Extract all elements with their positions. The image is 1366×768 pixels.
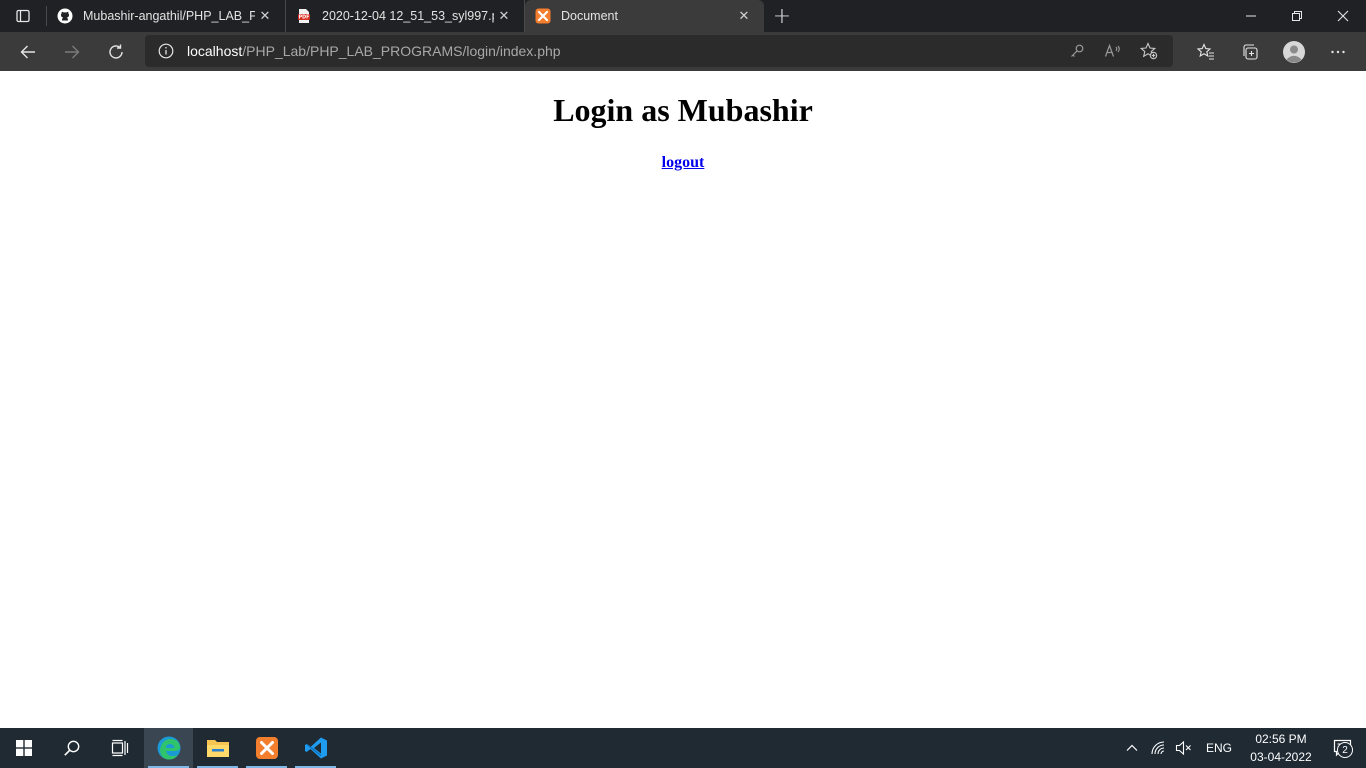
tab-github[interactable]: Mubashir-angathil/PHP_LAB_PROGRAMS ✕ [47,0,286,32]
tab-actions-button[interactable] [0,6,47,26]
search-button[interactable] [48,728,96,768]
clock-time: 02:56 PM [1255,732,1307,746]
url-path: /PHP_Lab/PHP_LAB_PROGRAMS/login/index.ph… [242,43,561,59]
show-hidden-icons-chevron-up-icon[interactable] [1120,728,1144,768]
add-favorite-icon[interactable] [1131,35,1167,67]
forward-button[interactable] [50,34,94,70]
pdf-icon: PDF [296,8,312,24]
close-tab-icon[interactable]: ✕ [255,6,275,26]
page-content: Login as Mubashir logout [0,71,1366,728]
taskbar-file-explorer[interactable] [193,728,242,768]
info-icon[interactable] [157,42,175,60]
task-view-icon [111,739,129,757]
tab-label: Mubashir-angathil/PHP_LAB_PROGRAMS [83,9,255,23]
collections-icon [1243,43,1258,60]
taskbar-xampp[interactable] [242,728,291,768]
more-options-icon [1331,50,1345,53]
logout-link[interactable]: logout [662,154,705,171]
address-bar[interactable]: localhost/PHP_Lab/PHP_LAB_PROGRAMS/login… [145,35,1173,67]
volume-muted-icon[interactable] [1172,728,1196,768]
plus-icon: + [772,3,792,29]
taskbar-edge[interactable] [144,728,193,768]
read-aloud-icon[interactable] [1095,35,1131,67]
xampp-icon [255,737,278,759]
minimize-button[interactable] [1228,0,1274,32]
notification-count-badge: 2 [1337,742,1353,758]
new-tab-button[interactable]: + [764,0,800,32]
task-view-button[interactable] [96,728,144,768]
clock-date: 03-04-2022 [1250,750,1312,764]
close-tab-icon[interactable]: ✕ [734,6,754,26]
favorites-icon [1197,42,1214,60]
start-button[interactable] [0,728,48,768]
url-host: localhost [187,43,243,59]
close-window-button[interactable] [1320,0,1366,32]
refresh-button[interactable] [94,34,138,70]
tab-label: Document [561,9,618,23]
collections-button[interactable] [1228,34,1272,70]
restore-button[interactable] [1274,0,1320,32]
edge-icon [157,736,180,760]
svg-text:PDF: PDF [299,15,310,21]
vscode-icon [304,737,327,759]
file-explorer-icon [206,740,229,757]
refresh-icon [109,44,123,59]
browser-toolbar: localhost/PHP_Lab/PHP_LAB_PROGRAMS/login… [0,32,1366,71]
restore-icon [1292,11,1302,21]
taskbar-vscode[interactable] [291,728,340,768]
address-bar-icons [1059,35,1167,67]
key-icon[interactable] [1059,35,1095,67]
windows-taskbar: ENG 02:56 PM 03-04-2022 2 [0,728,1366,768]
profile-button[interactable] [1272,34,1316,70]
forward-arrow-icon [65,45,80,58]
url-text: localhost/PHP_Lab/PHP_LAB_PROGRAMS/login… [187,43,561,59]
close-icon [1337,10,1349,22]
clock[interactable]: 02:56 PM 03-04-2022 [1242,730,1320,766]
wifi-icon[interactable] [1146,728,1170,768]
tab-pdf[interactable]: PDF 2020-12-04 12_51_53_syl997.pdf ✕ [286,0,525,32]
search-icon [64,740,80,756]
logout-container: logout [0,152,1366,172]
language-indicator[interactable]: ENG [1196,741,1242,755]
tab-actions-icon [16,9,30,23]
windows-start-icon [16,740,32,756]
back-button[interactable] [6,34,50,70]
back-arrow-icon [20,45,35,58]
tab-strip: Mubashir-angathil/PHP_LAB_PROGRAMS ✕ PDF… [0,0,1366,32]
settings-more-button[interactable] [1316,34,1360,70]
github-icon [57,8,73,24]
profile-avatar-icon [1283,40,1305,63]
system-tray: ENG 02:56 PM 03-04-2022 2 [1120,728,1366,768]
action-center-button[interactable]: 2 [1320,728,1366,768]
tab-document[interactable]: Document ✕ [525,0,764,32]
favorites-button[interactable] [1184,34,1228,70]
browser-tools [1184,32,1366,71]
xampp-icon [535,8,551,24]
close-tab-icon[interactable]: ✕ [494,6,514,26]
minimize-icon [1246,15,1256,17]
tab-label: 2020-12-04 12_51_53_syl997.pdf [322,9,494,23]
page-title: Login as Mubashir [553,92,813,128]
window-controls [1228,0,1366,32]
